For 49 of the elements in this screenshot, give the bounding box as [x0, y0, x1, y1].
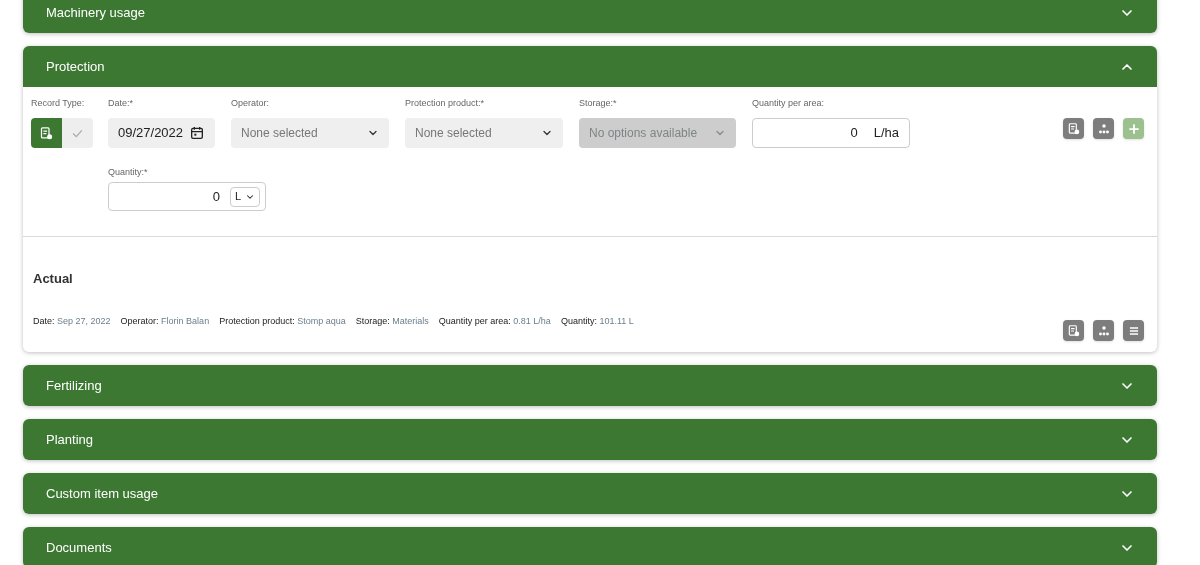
field-value: 0 — [212, 187, 220, 206]
hierarchy-button[interactable] — [1093, 320, 1114, 341]
section-header[interactable]: Custom item usage — [23, 473, 1157, 514]
section-title: Custom item usage — [46, 484, 158, 503]
field-label: Quantity per area: — [752, 97, 826, 110]
section-header[interactable]: Machinery usage — [23, 0, 1157, 33]
quantity-field[interactable]: 0 L — [108, 182, 266, 211]
section-title: Documents — [46, 538, 112, 557]
detail-text: Operator: Florin Balan — [120, 314, 210, 328]
menu-button[interactable] — [1123, 320, 1144, 341]
hierarchy-icon — [1096, 121, 1111, 136]
document-icon — [1066, 121, 1081, 136]
date-field[interactable]: 09/27/2022 — [108, 118, 215, 148]
document-icon — [1066, 323, 1081, 338]
field-label: Date:* — [108, 97, 134, 110]
detail-text: Quantity per area: 0.81 L/ha — [438, 314, 551, 328]
field-label: Quantity:* — [108, 166, 149, 179]
select-field[interactable]: None selected — [405, 118, 563, 148]
detail-text: Date: Sep 27, 2022 — [33, 314, 111, 328]
section-subtitle: Actual — [33, 270, 74, 288]
detail-text: Protection product: Stomp aqua — [219, 314, 346, 328]
section-title: Machinery usage — [46, 3, 145, 22]
field-label: Storage:* — [579, 97, 618, 110]
hierarchy-icon — [1096, 323, 1111, 338]
unit-label: L/ha — [873, 124, 899, 143]
record-type-toggle[interactable] — [62, 118, 93, 148]
section-header[interactable]: Documents — [23, 527, 1157, 565]
field-label: Protection product:* — [405, 97, 486, 110]
hierarchy-button[interactable] — [1093, 118, 1114, 139]
field-label: Record Type: — [31, 97, 86, 110]
number-field[interactable]: 0 L/ha — [752, 118, 910, 148]
document-button[interactable] — [1063, 118, 1084, 139]
section-title: Fertilizing — [46, 376, 102, 395]
section-header[interactable]: Planting — [23, 419, 1157, 460]
field-label: Operator: — [231, 97, 271, 110]
unit-select[interactable]: L — [229, 186, 260, 207]
plus-icon — [1126, 121, 1141, 136]
document-button[interactable] — [1063, 320, 1084, 341]
section-header[interactable]: Protection — [23, 46, 1157, 87]
detail-text: Storage: Materials — [355, 314, 429, 328]
section-title: Protection — [46, 57, 105, 76]
detail-text: Quantity: 101.11 L — [560, 314, 634, 328]
record-type-toggle[interactable] — [31, 118, 62, 148]
calendar-icon — [189, 125, 205, 141]
select-field[interactable]: None selected — [231, 118, 389, 148]
document-clock-icon — [39, 125, 54, 141]
section-title: Planting — [46, 430, 93, 449]
field-value: 0 — [850, 124, 858, 143]
section-header[interactable]: Fertilizing — [23, 365, 1157, 406]
